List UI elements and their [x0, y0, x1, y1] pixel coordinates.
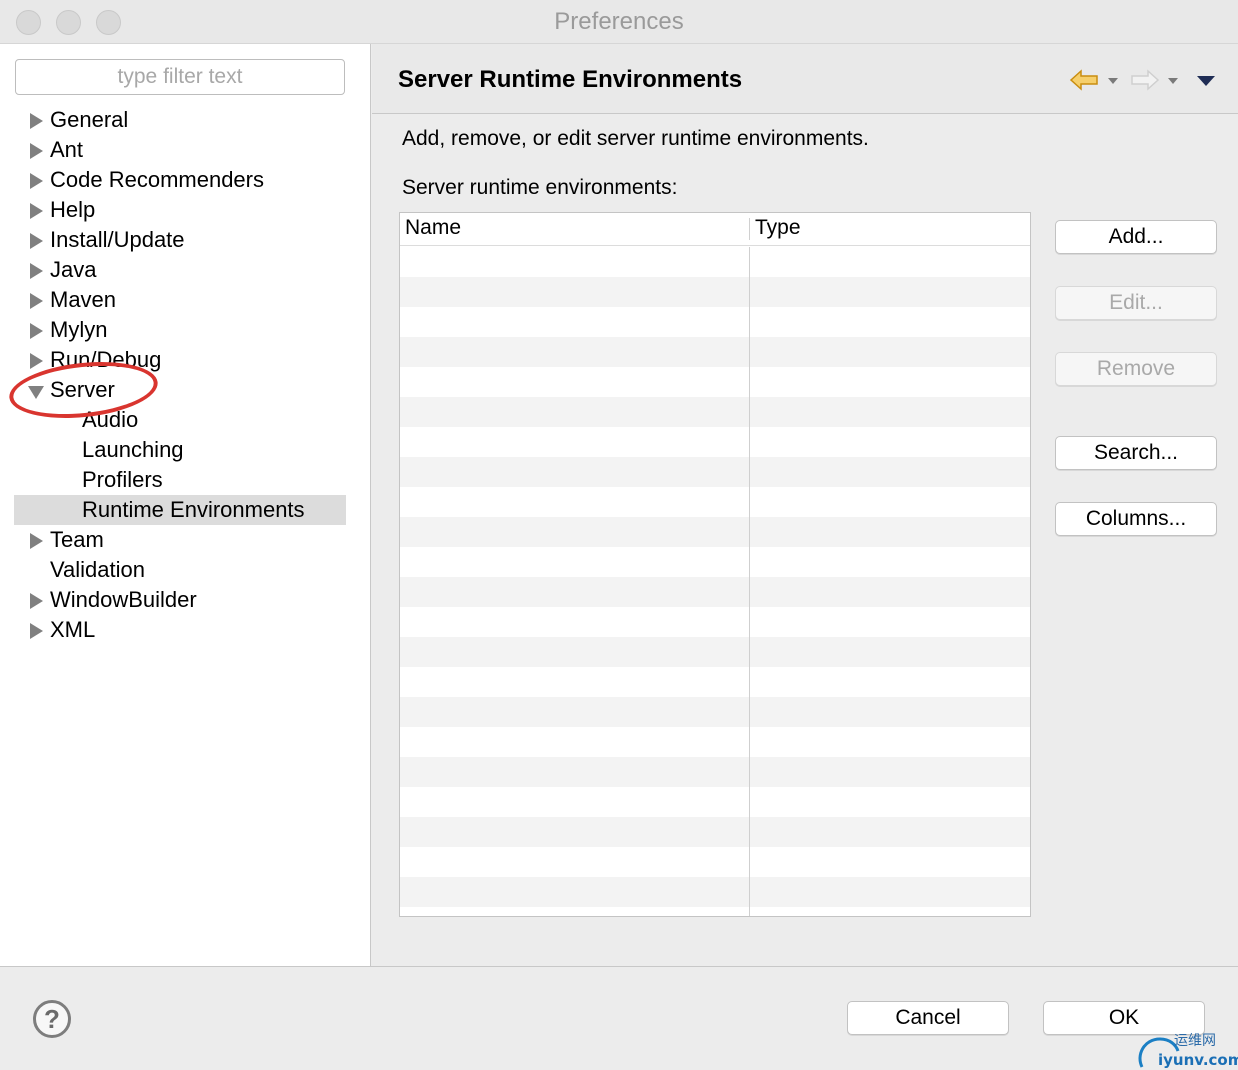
table-row [400, 397, 1030, 427]
title-bar: Preferences [0, 0, 1238, 44]
collapsed-arrow-icon[interactable] [30, 113, 43, 129]
filter-input[interactable] [15, 59, 345, 95]
tree-item-label: Help [50, 197, 96, 222]
tree-item-label: Java [50, 257, 97, 282]
table-header: Name Type [400, 213, 1030, 246]
tree-item-label: Code Recommenders [50, 167, 264, 192]
tree-item-install-update[interactable]: Install/Update [14, 225, 346, 255]
tree-item-label: Mylyn [50, 317, 108, 342]
collapsed-arrow-icon[interactable] [30, 263, 43, 279]
collapsed-arrow-icon[interactable] [30, 203, 43, 219]
table-row [400, 757, 1030, 787]
tree-item-team[interactable]: Team [14, 525, 346, 555]
table-row [400, 667, 1030, 697]
collapsed-arrow-icon[interactable] [30, 323, 43, 339]
watermark-logo: 运维网 iyunv.com [1138, 1033, 1238, 1069]
table-row [400, 247, 1030, 277]
collapsed-arrow-icon[interactable] [30, 293, 43, 309]
column-header-name[interactable]: Name [405, 216, 461, 240]
remove-button[interactable]: Remove [1055, 352, 1217, 386]
collapsed-arrow-icon[interactable] [30, 623, 43, 639]
page-description: Add, remove, or edit server runtime envi… [402, 127, 869, 150]
table-row [400, 787, 1030, 817]
edit-button[interactable]: Edit... [1055, 286, 1217, 320]
column-divider [749, 247, 750, 916]
svg-text:运维网: 运维网 [1174, 1033, 1216, 1049]
tree-item-launching[interactable]: Launching [14, 435, 346, 465]
tree-item-label: Runtime Environments [82, 497, 305, 522]
table-row [400, 907, 1030, 916]
table-row [400, 517, 1030, 547]
tree-item-runtime-environments[interactable]: Runtime Environments [14, 495, 346, 525]
table-row [400, 277, 1030, 307]
forward-dropdown-icon[interactable] [1168, 78, 1178, 84]
table-row [400, 427, 1030, 457]
tree-item-label: Validation [50, 557, 145, 582]
tree-item-general[interactable]: General [14, 105, 346, 135]
column-header-type[interactable]: Type [755, 216, 801, 240]
collapsed-arrow-icon[interactable] [30, 353, 43, 369]
tree-item-help[interactable]: Help [14, 195, 346, 225]
tree-item-ant[interactable]: Ant [14, 135, 346, 165]
table-row [400, 697, 1030, 727]
column-divider[interactable] [749, 218, 750, 240]
page-title: Server Runtime Environments [398, 66, 743, 93]
tree-item-label: General [50, 107, 129, 132]
table-row [400, 637, 1030, 667]
table-row [400, 457, 1030, 487]
preferences-tree-pane: General Ant Code Recommenders Help Install/U… [0, 44, 371, 966]
tree-item-java[interactable]: Java [14, 255, 346, 285]
columns-button[interactable]: Columns... [1055, 502, 1217, 536]
table-label: Server runtime environments: [402, 176, 678, 199]
table-row [400, 367, 1030, 397]
dialog-button-bar: ? Cancel OK 运维网 iyunv.com [0, 966, 1238, 1070]
tree-item-windowbuilder[interactable]: WindowBuilder [14, 585, 346, 615]
table-row [400, 307, 1030, 337]
table-row [400, 607, 1030, 637]
help-icon[interactable]: ? [33, 1000, 71, 1038]
tree-item-label: Launching [82, 437, 184, 462]
view-menu-icon[interactable] [1197, 76, 1215, 86]
table-row [400, 727, 1030, 757]
forward-arrow-icon[interactable] [1130, 68, 1160, 92]
tree-item-validation[interactable]: Validation [14, 555, 346, 585]
table-row [400, 337, 1030, 367]
tree-item-label: Ant [50, 137, 84, 162]
table-row [400, 847, 1030, 877]
tree-item-profilers[interactable]: Profilers [14, 465, 346, 495]
tree-item-label: XML [50, 617, 96, 642]
tree-item-label: Team [50, 527, 104, 552]
table-row [400, 817, 1030, 847]
back-dropdown-icon[interactable] [1108, 78, 1118, 84]
collapsed-arrow-icon[interactable] [30, 593, 43, 609]
tree-item-label: WindowBuilder [50, 587, 197, 612]
tree-item-xml[interactable]: XML [14, 615, 346, 645]
page-header: Server Runtime Environments [372, 44, 1238, 114]
tree-item-label: Profilers [82, 467, 163, 492]
search-button[interactable]: Search... [1055, 436, 1217, 470]
collapsed-arrow-icon[interactable] [30, 233, 43, 249]
cancel-button[interactable]: Cancel [847, 1001, 1009, 1035]
runtime-environments-table[interactable]: Name Type [399, 212, 1031, 917]
add-button[interactable]: Add... [1055, 220, 1217, 254]
table-row [400, 547, 1030, 577]
window-title: Preferences [554, 8, 684, 35]
svg-text:iyunv.com: iyunv.com [1158, 1051, 1238, 1069]
tree-item-label: Install/Update [50, 227, 185, 252]
table-row [400, 487, 1030, 517]
tree-item-maven[interactable]: Maven [14, 285, 346, 315]
table-row [400, 577, 1030, 607]
table-row [400, 877, 1030, 907]
back-arrow-icon[interactable] [1069, 68, 1099, 92]
tree-item-code-recommenders[interactable]: Code Recommenders [14, 165, 346, 195]
tree-item-mylyn[interactable]: Mylyn [14, 315, 346, 345]
table-body[interactable] [400, 247, 1030, 915]
tree-item-label: Maven [50, 287, 117, 312]
collapsed-arrow-icon[interactable] [30, 173, 43, 189]
collapsed-arrow-icon[interactable] [30, 533, 43, 549]
collapsed-arrow-icon[interactable] [30, 143, 43, 159]
